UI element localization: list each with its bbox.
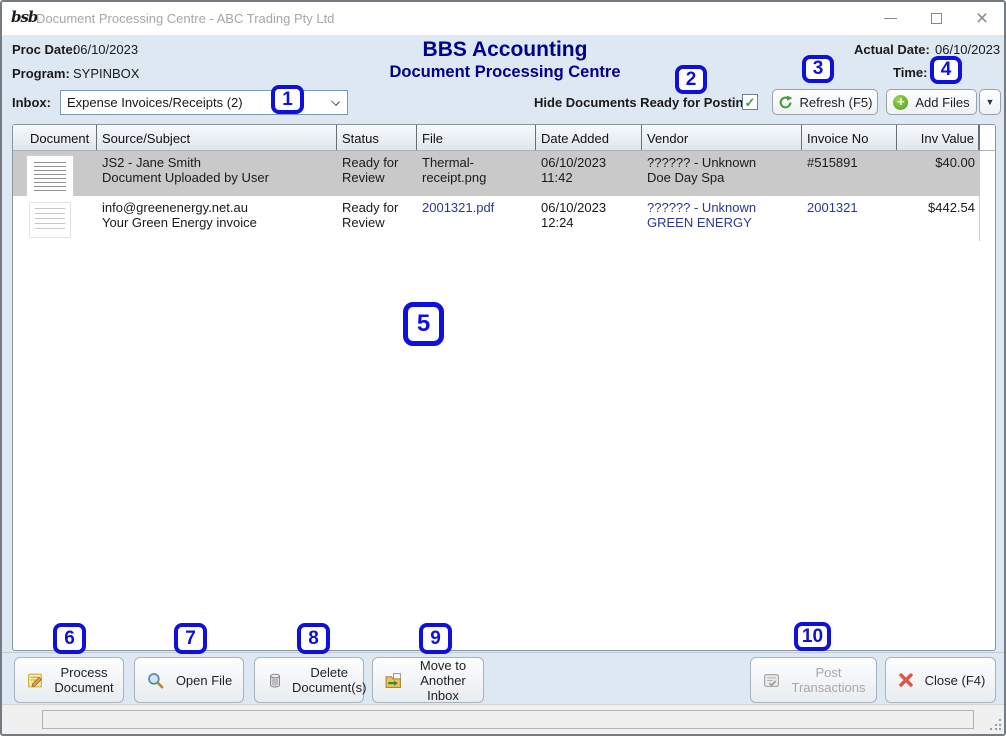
check-icon: ✓ [745,96,756,109]
document-cell [13,196,97,241]
som-mark-1: 1 [271,85,304,114]
status-cell: Ready for Review [337,196,417,241]
close-button[interactable]: Close (F4) [885,657,996,703]
title-bar: bsb Document Processing Centre - ABC Tra… [2,2,1004,35]
document-grid: Document Source/Subject Status File Date… [12,124,996,651]
inbox-label: Inbox: [12,95,51,110]
open-file-button[interactable]: Open File [134,657,244,703]
minimize-icon [884,18,897,19]
program-label: Program: [12,66,70,81]
vendor-cell: ?????? - Unknown Doe Day Spa [642,151,802,196]
move-inbox-button[interactable]: Move to Another Inbox [372,657,484,703]
invoice-link[interactable]: 2001321 [807,200,894,215]
som-mark-3: 3 [802,55,834,83]
move-inbox-label: Move to Another Inbox [411,658,475,703]
maximize-icon [931,13,942,24]
invoice-thumbnail [30,203,70,237]
proc-date-label: Proc Date: [12,42,77,57]
move-folder-icon [385,672,402,689]
file-cell: 2001321.pdf [417,196,536,241]
close-x-icon [898,672,914,688]
status-cell: Ready for Review [337,151,417,196]
inbox-selected-value: Expense Invoices/Receipts (2) [67,95,243,110]
source-subject-cell: info@greenenergy.net.au Your Green Energ… [97,196,337,241]
table-row-1[interactable]: JS2 - Jane Smith Document Uploaded by Us… [13,151,995,196]
minimize-button[interactable] [874,2,906,35]
post-transactions-button[interactable]: Post Transactions [750,657,877,703]
column-header-file[interactable]: File [417,125,536,150]
table-row-2[interactable]: info@greenenergy.net.au Your Green Energ… [13,196,995,241]
hide-posting-checkbox[interactable]: ✓ [742,94,758,110]
inv-value-cell: $442.54 [897,196,979,241]
post-transactions-label: Post Transactions [789,665,868,695]
program-value: SYPINBOX [73,66,139,81]
hide-posting-label: Hide Documents Ready for Posting: [534,95,756,110]
process-document-button[interactable]: Process Document [14,657,124,703]
column-header-vendor[interactable]: Vendor [642,125,802,150]
app-window: bsb Document Processing Centre - ABC Tra… [0,0,1006,736]
file-link[interactable]: 2001321.pdf [422,200,533,215]
column-header-document[interactable]: Document [13,125,97,150]
source-subject-cell: JS2 - Jane Smith Document Uploaded by Us… [97,151,337,196]
receipt-thumbnail [27,156,73,196]
proc-date-value: 06/10/2023 [73,42,138,57]
som-mark-9: 9 [419,623,452,654]
som-mark-7: 7 [174,623,207,654]
som-mark-2: 2 [675,65,707,94]
resize-grip-icon[interactable] [990,719,1001,730]
column-header-inv-value[interactable]: Inv Value [897,125,979,150]
refresh-button-label: Refresh (F5) [800,95,873,110]
som-mark-10: 10 [794,622,831,651]
magnifier-icon [147,672,164,689]
date-added-cell: 06/10/2023 11:42 [536,151,642,196]
som-mark-6: 6 [53,623,86,654]
vendor-link[interactable]: GREEN ENERGY [647,215,799,230]
window-title: Document Processing Centre - ABC Trading… [36,11,334,26]
process-document-label: Process Document [53,665,115,695]
file-cell: Thermal-receipt.png [417,151,536,196]
maximize-button[interactable] [920,2,952,35]
inv-value-cell: $40.00 [897,151,979,196]
chevron-down-icon [331,97,340,106]
column-header-status[interactable]: Status [337,125,417,150]
date-added-cell: 06/10/2023 12:24 [536,196,642,241]
open-file-label: Open File [173,673,235,688]
grid-header: Document Source/Subject Status File Date… [13,125,995,151]
status-message-panel [42,710,974,729]
grid-header-filler [979,125,995,150]
app-logo-icon: bsb [11,8,37,26]
refresh-icon [778,95,793,110]
actual-date-value: 06/10/2023 [935,42,1000,57]
close-button-label: Close (F4) [923,673,987,688]
trash-icon [267,672,283,689]
som-mark-4: 4 [930,56,962,84]
delete-documents-label: Delete Document(s) [292,665,366,695]
status-bar [2,704,1004,734]
column-header-invoice-no[interactable]: Invoice No [802,125,897,150]
add-files-dropdown-button[interactable]: ▼ [979,89,1001,115]
app-title: BBS Accounting [255,38,755,62]
refresh-button[interactable]: Refresh (F5) [772,89,878,115]
invoice-no-cell: #515891 [802,151,897,196]
invoice-no-cell: 2001321 [802,196,897,241]
inbox-select[interactable]: Expense Invoices/Receipts (2) [60,90,348,115]
close-window-button[interactable]: × [966,2,998,35]
button-bar: Process Document Open File Delete Docume… [2,652,1004,704]
som-mark-8: 8 [297,623,330,654]
column-header-date-added[interactable]: Date Added [536,125,642,150]
actual-date-label: Actual Date: [854,42,930,57]
caret-down-icon: ▼ [986,97,995,107]
add-files-button-label: Add Files [915,95,969,110]
add-files-button[interactable]: + Add Files [886,89,977,115]
som-mark-5: 5 [403,302,444,346]
column-header-source-subject[interactable]: Source/Subject [97,125,337,150]
document-cell [13,151,97,196]
time-label: Time: [893,65,927,80]
process-document-icon [27,672,44,689]
add-plus-icon: + [893,95,908,110]
post-transactions-icon [763,672,780,689]
delete-documents-button[interactable]: Delete Document(s) [254,657,364,703]
vendor-cell: ?????? - Unknown GREEN ENERGY [642,196,802,241]
